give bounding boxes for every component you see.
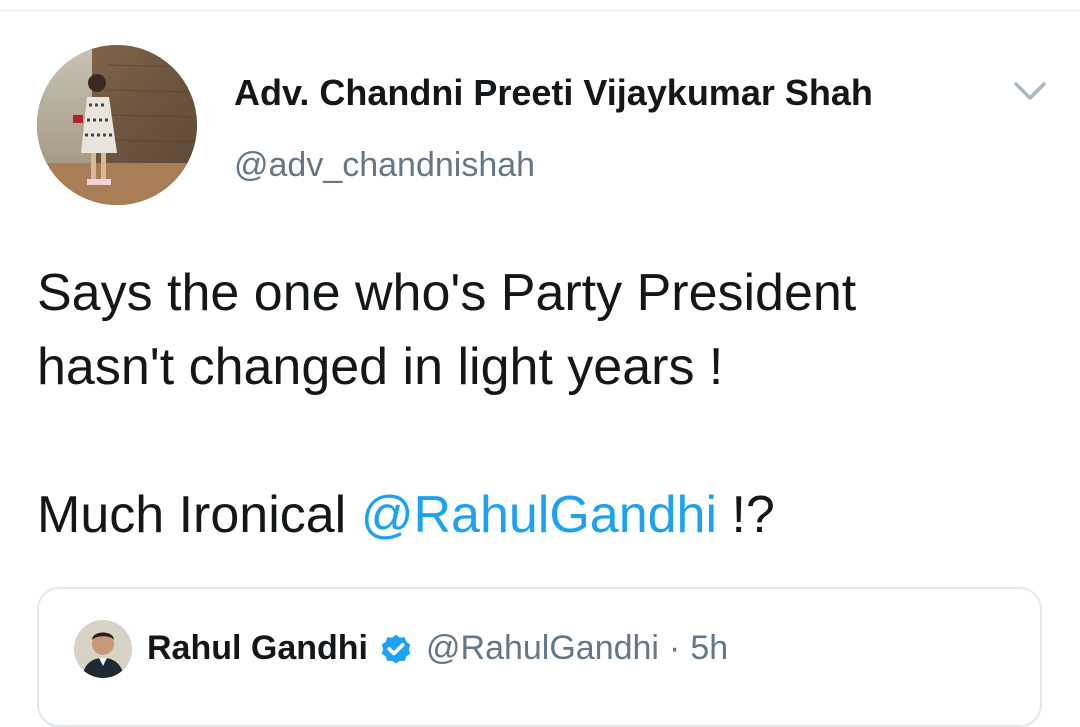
tweet-text-line-3: Much Ironical @RahulGandhi !? (37, 478, 1047, 552)
quoted-tweet-card[interactable]: Rahul Gandhi @RahulGandhi · 5h (37, 587, 1042, 727)
tweet-text-suffix: !? (717, 486, 775, 544)
author-name[interactable]: Adv. Chandni Preeti Vijaykumar Shah (234, 72, 873, 114)
author-avatar[interactable] (37, 45, 197, 205)
top-divider (0, 0, 1080, 11)
quoted-tweet-timestamp[interactable]: 5h (690, 629, 728, 668)
mention-link[interactable]: @RahulGandhi (361, 486, 717, 544)
quoted-author-avatar[interactable] (74, 620, 132, 678)
quoted-author-handle[interactable]: @RahulGandhi (426, 629, 659, 668)
tweet-text-line-2: hasn't changed in light years ! (37, 338, 724, 396)
quoted-tweet-header: Rahul Gandhi @RahulGandhi · 5h (147, 629, 728, 668)
tweet-text-line-1: Says the one who's Party President (37, 264, 857, 322)
verified-badge-icon (381, 634, 411, 664)
separator-dot: · (669, 629, 681, 667)
author-handle[interactable]: @adv_chandnishah (234, 146, 535, 185)
avatar-photo (37, 45, 197, 205)
chevron-down-icon[interactable] (1010, 76, 1050, 106)
tweet-text-prefix: Much Ironical (37, 486, 361, 544)
tweet-body: Says the one who's Party President hasn'… (37, 256, 1047, 552)
quoted-author-name[interactable]: Rahul Gandhi (147, 629, 368, 668)
